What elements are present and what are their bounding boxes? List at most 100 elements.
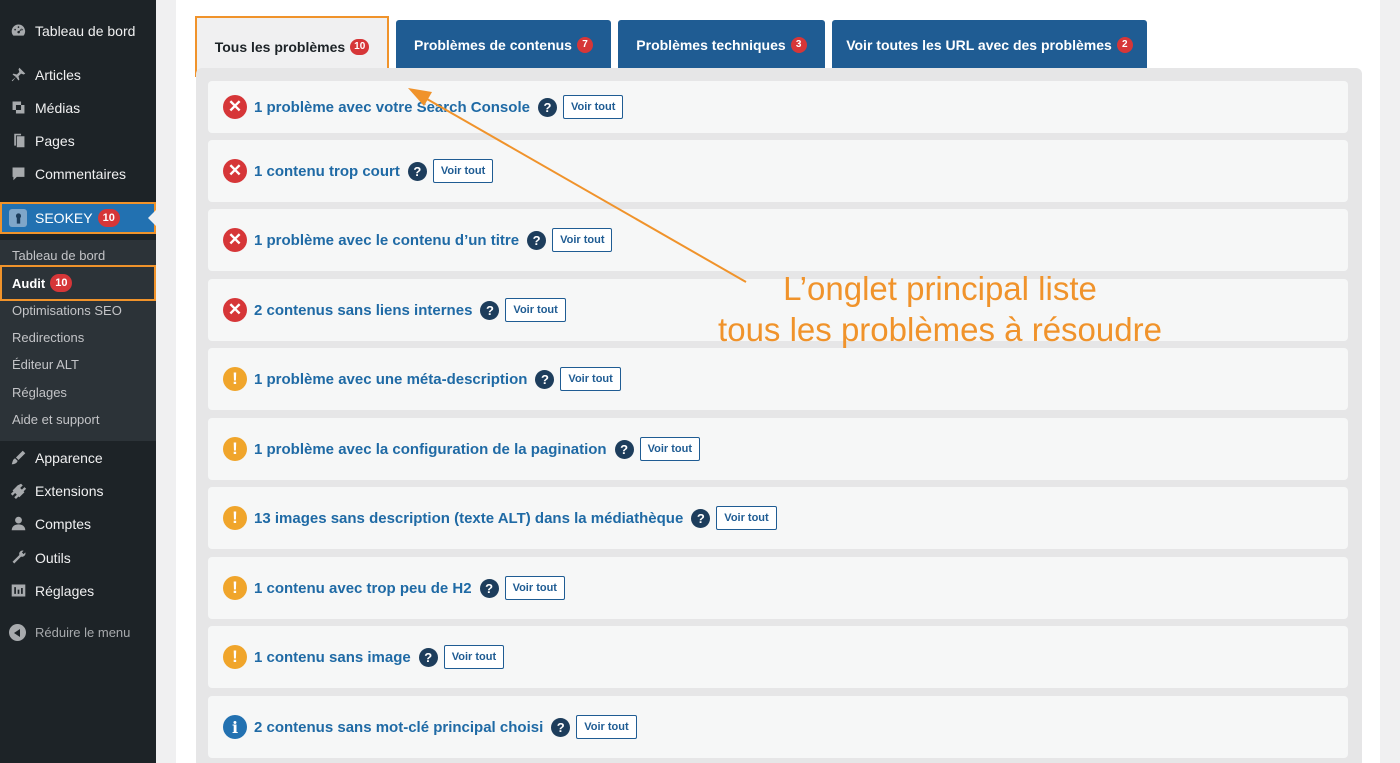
warning-icon: ! xyxy=(223,367,247,391)
help-icon[interactable]: ? xyxy=(691,508,711,528)
sidebar-item-dashboard[interactable]: Tableau de bord xyxy=(0,14,156,47)
sidebar-item-label: Médias xyxy=(35,99,81,116)
sidebar-item-articles[interactable]: Articles xyxy=(0,58,156,91)
admin-sidebar: Tableau de bord Articles Médias Pages Co… xyxy=(0,0,156,763)
voir-tout-button[interactable]: Voir tout xyxy=(639,437,700,461)
voir-tout-button[interactable]: Voir tout xyxy=(505,298,566,322)
voir-tout-button[interactable]: Voir tout xyxy=(576,715,637,739)
settings-icon xyxy=(9,582,27,600)
media-icon xyxy=(9,99,27,117)
submenu-item-optimisations-seo[interactable]: Optimisations SEO xyxy=(12,303,122,318)
tab-label: Voir toutes les URL avec des problèmes xyxy=(846,36,1112,53)
issue-row[interactable]: ! 1 contenu avec trop peu de H2 ? Voir t… xyxy=(208,557,1348,619)
issue-label[interactable]: 2 contenus sans mot-clé principal choisi xyxy=(254,719,543,736)
warning-icon: ! xyxy=(223,506,247,530)
issue-row[interactable]: ! 13 images sans description (texte ALT)… xyxy=(208,487,1348,549)
tab-label: Problèmes techniques xyxy=(636,36,786,53)
issue-row[interactable]: ! 1 contenu sans image ? Voir tout xyxy=(208,626,1348,688)
issue-label[interactable]: 2 contenus sans liens internes xyxy=(254,302,472,319)
tab-all-urls[interactable]: Voir toutes les URL avec des problèmes 2 xyxy=(832,20,1147,69)
dashboard-icon xyxy=(9,22,27,40)
help-icon[interactable]: ? xyxy=(614,439,634,459)
voir-tout-button[interactable]: Voir tout xyxy=(562,95,624,119)
submenu-item-tableau-de-bord[interactable]: Tableau de bord xyxy=(12,248,105,263)
page-icon xyxy=(9,132,27,150)
submenu-item-redirections[interactable]: Redirections xyxy=(12,330,84,345)
help-icon[interactable]: ? xyxy=(418,647,438,667)
error-icon: ✕ xyxy=(223,298,247,322)
sidebar-item-label: Pages xyxy=(35,132,75,149)
collapse-menu-label: Réduire le menu xyxy=(35,625,131,640)
tab-label: Tous les problèmes xyxy=(214,38,346,55)
sidebar-item-pages[interactable]: Pages xyxy=(0,124,156,157)
voir-tout-button[interactable]: Voir tout xyxy=(552,228,613,252)
issue-label[interactable]: 13 images sans description (texte ALT) d… xyxy=(254,510,683,527)
sidebar-item-outils[interactable]: Outils xyxy=(0,541,156,574)
tab-count-badge: 3 xyxy=(790,36,807,53)
sidebar-item-reglages[interactable]: Réglages xyxy=(0,574,156,607)
tab-count-badge: 10 xyxy=(350,38,370,55)
submenu-item-audit[interactable]: Audit 10 xyxy=(0,265,156,301)
voir-tout-button[interactable]: Voir tout xyxy=(560,367,621,391)
issue-label[interactable]: 1 problème avec votre Search Console xyxy=(254,99,530,116)
help-icon[interactable]: ? xyxy=(535,369,555,389)
pin-icon xyxy=(9,66,27,84)
issue-row[interactable]: ! 1 problème avec la configuration de la… xyxy=(208,418,1348,480)
current-menu-indicator xyxy=(148,210,156,226)
voir-tout-button[interactable]: Voir tout xyxy=(443,645,505,669)
help-icon[interactable]: ? xyxy=(551,717,571,737)
tab-count-badge: 2 xyxy=(1116,36,1133,53)
sidebar-item-medias[interactable]: Médias xyxy=(0,91,156,124)
issue-label[interactable]: 1 problème avec une méta-description xyxy=(254,371,527,388)
annotation-line-1: L’onglet principal liste xyxy=(783,270,1097,307)
submenu-item-reglages[interactable]: Réglages xyxy=(12,385,67,400)
error-icon: ✕ xyxy=(223,95,247,119)
voir-tout-button[interactable]: Voir tout xyxy=(504,576,565,600)
tab-label: Problèmes de contenus xyxy=(414,36,572,53)
sidebar-item-label: Comptes xyxy=(35,515,92,532)
sidebar-item-commentaires[interactable]: Commentaires xyxy=(0,157,156,190)
help-icon[interactable]: ? xyxy=(479,578,499,598)
help-icon[interactable]: ? xyxy=(480,300,500,320)
sidebar-item-label: Outils xyxy=(35,549,71,566)
sidebar-item-comptes[interactable]: Comptes xyxy=(0,507,156,540)
issue-label[interactable]: 1 contenu avec trop peu de H2 xyxy=(254,580,472,597)
sidebar-item-label: Apparence xyxy=(35,449,103,466)
issue-row[interactable]: ! 1 problème avec une méta-description ?… xyxy=(208,348,1348,410)
issue-label[interactable]: 1 problème avec la configuration de la p… xyxy=(254,441,607,458)
issue-label[interactable]: 1 contenu trop court xyxy=(254,163,400,180)
sidebar-item-apparence[interactable]: Apparence xyxy=(0,441,156,474)
voir-tout-button[interactable]: Voir tout xyxy=(432,159,494,183)
sidebar-item-seokey[interactable]: SEOKEY 10 xyxy=(0,202,156,234)
user-icon xyxy=(9,515,27,533)
issue-row[interactable]: ✕ 1 contenu trop court ? Voir tout xyxy=(208,140,1348,202)
collapse-menu-button[interactable]: Réduire le menu xyxy=(9,624,130,641)
help-icon[interactable]: ? xyxy=(407,161,427,181)
submenu-item-aide[interactable]: Aide et support xyxy=(12,412,99,427)
help-icon[interactable]: ? xyxy=(527,230,547,250)
annotation-line-2: tous les problèmes à résoudre xyxy=(718,311,1162,348)
info-icon: i xyxy=(223,715,247,739)
tab-technical-issues[interactable]: Problèmes techniques 3 xyxy=(618,20,825,69)
warning-icon: ! xyxy=(223,645,247,669)
issue-count-badge: 10 xyxy=(97,209,120,227)
tab-count-badge: 7 xyxy=(576,36,593,53)
issue-row[interactable]: ✕ 1 problème avec le contenu d’un titre … xyxy=(208,209,1348,271)
voir-tout-button[interactable]: Voir tout xyxy=(716,506,777,530)
issue-row[interactable]: ✕ 1 problème avec votre Search Console ?… xyxy=(208,81,1348,133)
issue-row[interactable]: i 2 contenus sans mot-clé principal choi… xyxy=(208,696,1348,758)
sidebar-item-extensions[interactable]: Extensions xyxy=(0,474,156,507)
submenu-item-editeur-alt[interactable]: Éditeur ALT xyxy=(12,357,79,372)
help-icon[interactable]: ? xyxy=(537,97,557,117)
collapse-arrow-icon xyxy=(9,624,26,641)
error-icon: ✕ xyxy=(223,159,247,183)
wrench-icon xyxy=(9,549,27,567)
issue-label[interactable]: 1 contenu sans image xyxy=(254,649,411,666)
issue-label[interactable]: 1 problème avec le contenu d’un titre xyxy=(254,232,519,249)
sidebar-item-label: Tableau de bord xyxy=(35,22,136,39)
sidebar-item-label: SEOKEY xyxy=(35,210,93,226)
tab-content-issues[interactable]: Problèmes de contenus 7 xyxy=(396,20,611,69)
annotation-text: L’onglet principal liste tous les problè… xyxy=(700,268,1180,350)
brush-icon xyxy=(9,449,27,467)
seokey-icon xyxy=(9,209,27,227)
